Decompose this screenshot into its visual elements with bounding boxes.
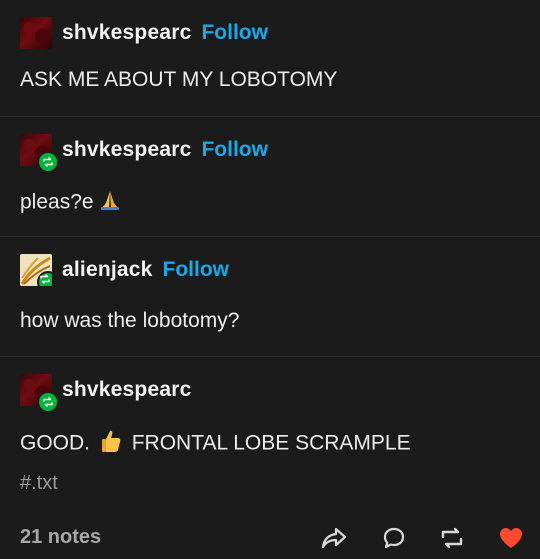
post-text-row: GOOD. FRONTAL LOBE SCRAMPLE: [20, 429, 411, 459]
post-text-after: FRONTAL LOBE SCRAMPLE: [131, 431, 411, 455]
post-footer: 21 notes: [0, 518, 540, 559]
like-icon[interactable]: [497, 524, 525, 552]
post-tag[interactable]: #.txt: [20, 472, 58, 495]
follow-button[interactable]: Follow: [163, 258, 230, 282]
reply-icon[interactable]: [380, 524, 408, 552]
follow-button[interactable]: Follow: [201, 138, 268, 162]
avatar[interactable]: [20, 374, 59, 413]
post-header: shvkespearc: [20, 372, 191, 413]
post-text-row: pleas?e: [20, 189, 121, 217]
folded-hands-icon: [99, 189, 121, 217]
reblog-badge-icon: [37, 271, 52, 286]
post-text: ASK ME ABOUT MY LOBOTOMY: [20, 68, 338, 91]
notes-count[interactable]: 21 notes: [20, 526, 101, 549]
avatar[interactable]: [20, 134, 59, 173]
username[interactable]: shvkespearc: [62, 21, 191, 45]
follow-button[interactable]: Follow: [201, 21, 268, 45]
reblog-badge-icon: [37, 391, 59, 413]
post-2: shvkespearc Follow pleas?e: [0, 117, 540, 237]
post-text: pleas?e: [20, 190, 94, 214]
avatar[interactable]: [20, 254, 52, 286]
username[interactable]: shvkespearc: [62, 378, 191, 402]
reblog-badge-icon: [37, 151, 59, 173]
share-icon[interactable]: [320, 524, 348, 552]
post-header: alienjack Follow: [20, 252, 229, 288]
username[interactable]: alienjack: [62, 258, 153, 282]
post-header: shvkespearc Follow: [20, 15, 268, 51]
post-text: how was the lobotomy?: [20, 309, 240, 332]
avatar[interactable]: [20, 17, 52, 49]
thumbs-up-icon: [100, 429, 122, 459]
post-header: shvkespearc Follow: [20, 132, 268, 173]
reblog-icon[interactable]: [438, 524, 466, 552]
post-text-before: GOOD.: [20, 431, 91, 455]
post-1: shvkespearc Follow ASK ME ABOUT MY LOBOT…: [0, 0, 540, 117]
username[interactable]: shvkespearc: [62, 138, 191, 162]
post-3: alienjack Follow how was the lobotomy?: [0, 237, 540, 357]
